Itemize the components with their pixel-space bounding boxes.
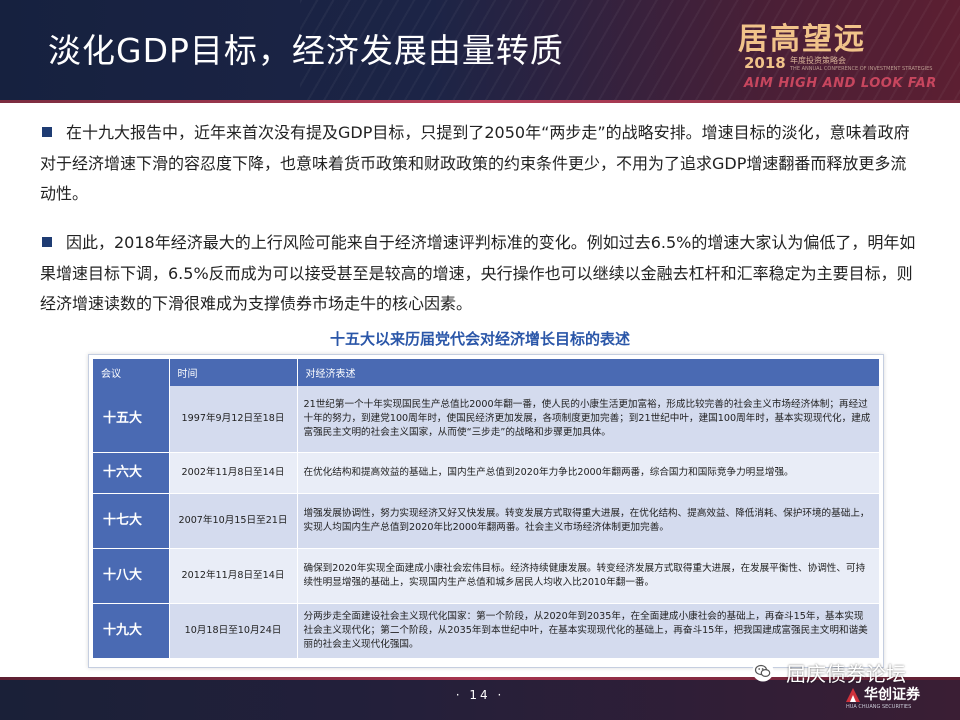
table-row: 十五大 1997年9月12日至18日 21世纪第一个十年实现国民生产总值比200… — [93, 386, 880, 453]
wechat-icon — [752, 660, 774, 682]
square-bullet-icon — [42, 127, 52, 137]
statement-cell: 21世纪第一个十年实现国民生产总值比2000年翻一番，使人民的小康生活更加富裕，… — [297, 386, 880, 453]
square-bullet-icon — [42, 237, 52, 247]
table-header-row: 会议 时间 对经济表述 — [93, 359, 880, 386]
paragraph-text: 因此，2018年经济最大的上行风险可能来自于经济增速评判标准的变化。例如过去6.… — [40, 233, 916, 313]
brand-subtitle: 年度投资策略会 — [790, 56, 846, 65]
statement-cell: 确保到2020年实现全面建成小康社会宏伟目标。经济持续健康发展。转变经济发展方式… — [297, 548, 880, 604]
congress-cell: 十九大 — [93, 603, 170, 659]
bullet-paragraph-2: 因此，2018年经济最大的上行风险可能来自于经济增速评判标准的变化。例如过去6.… — [40, 228, 920, 320]
paragraph-text: 在十九大报告中，近年来首次没有提及GDP目标，只提到了2050年“两步走”的战略… — [40, 123, 910, 203]
watermark-text: 屈庆债券论坛 — [786, 662, 906, 686]
brand-year: 2018 — [744, 54, 786, 72]
column-header: 对经济表述 — [297, 359, 880, 386]
date-cell: 1997年9月12日至18日 — [169, 386, 298, 453]
company-logo-text: 华创证券 — [864, 687, 920, 703]
column-header: 时间 — [169, 359, 298, 386]
congress-table: 会议 时间 对经济表述 十五大 1997年9月12日至18日 21世纪第一个十年… — [88, 354, 884, 668]
brand-subtitle-en: THE ANNUAL CONFERENCE OF INVESTMENT STRA… — [790, 66, 933, 72]
date-cell: 10月18日至10月24日 — [169, 603, 298, 659]
congress-cell: 十六大 — [93, 452, 170, 494]
table-row: 十八大 2012年11月8日至14日 确保到2020年实现全面建成小康社会宏伟目… — [93, 548, 880, 604]
slide-title: 淡化GDP目标，经济发展由量转质 — [48, 31, 564, 70]
date-cell: 2012年11月8日至14日 — [169, 548, 298, 604]
page-number: · 14 · — [455, 688, 505, 702]
statement-cell: 在优化结构和提高效益的基础上，国内生产总值到2020年力争比2000年翻两番，综… — [297, 452, 880, 494]
company-logo-en: HUA CHUANG SECURITIES — [846, 704, 912, 710]
column-header: 会议 — [93, 359, 170, 386]
brand-title: 居高望远 — [738, 22, 866, 57]
congress-cell: 十七大 — [93, 493, 170, 549]
table-title: 十五大以来历届党代会对经济增长目标的表述 — [329, 330, 630, 348]
huachuang-logo-icon — [846, 688, 860, 702]
table-row: 十七大 2007年10月15日至21日 增强发展协调性，努力实现经济又好又快发展… — [93, 493, 880, 549]
congress-cell: 十八大 — [93, 548, 170, 604]
congress-cell: 十五大 — [93, 386, 170, 453]
table-row: 十九大 10月18日至10月24日 分两步走全面建设社会主义现代化国家：第一个阶… — [93, 603, 880, 659]
date-cell: 2007年10月15日至21日 — [169, 493, 298, 549]
bullet-paragraph-1: 在十九大报告中，近年来首次没有提及GDP目标，只提到了2050年“两步走”的战略… — [40, 118, 920, 210]
brand-slogan: AIM HIGH AND LOOK FAR — [744, 76, 937, 91]
slide-header: 淡化GDP目标，经济发展由量转质 居高望远 2018 年度投资策略会 THE A… — [0, 0, 960, 100]
date-cell: 2002年11月8日至14日 — [169, 452, 298, 494]
statement-cell: 分两步走全面建设社会主义现代化国家：第一个阶段，从2020年到2035年，在全面… — [297, 603, 880, 659]
table-row: 十六大 2002年11月8日至14日 在优化结构和提高效益的基础上，国内生产总值… — [93, 452, 880, 494]
statement-cell: 增强发展协调性，努力实现经济又好又快发展。转变发展方式取得重大进展，在优化结构、… — [297, 493, 880, 549]
header-divider — [0, 100, 960, 103]
